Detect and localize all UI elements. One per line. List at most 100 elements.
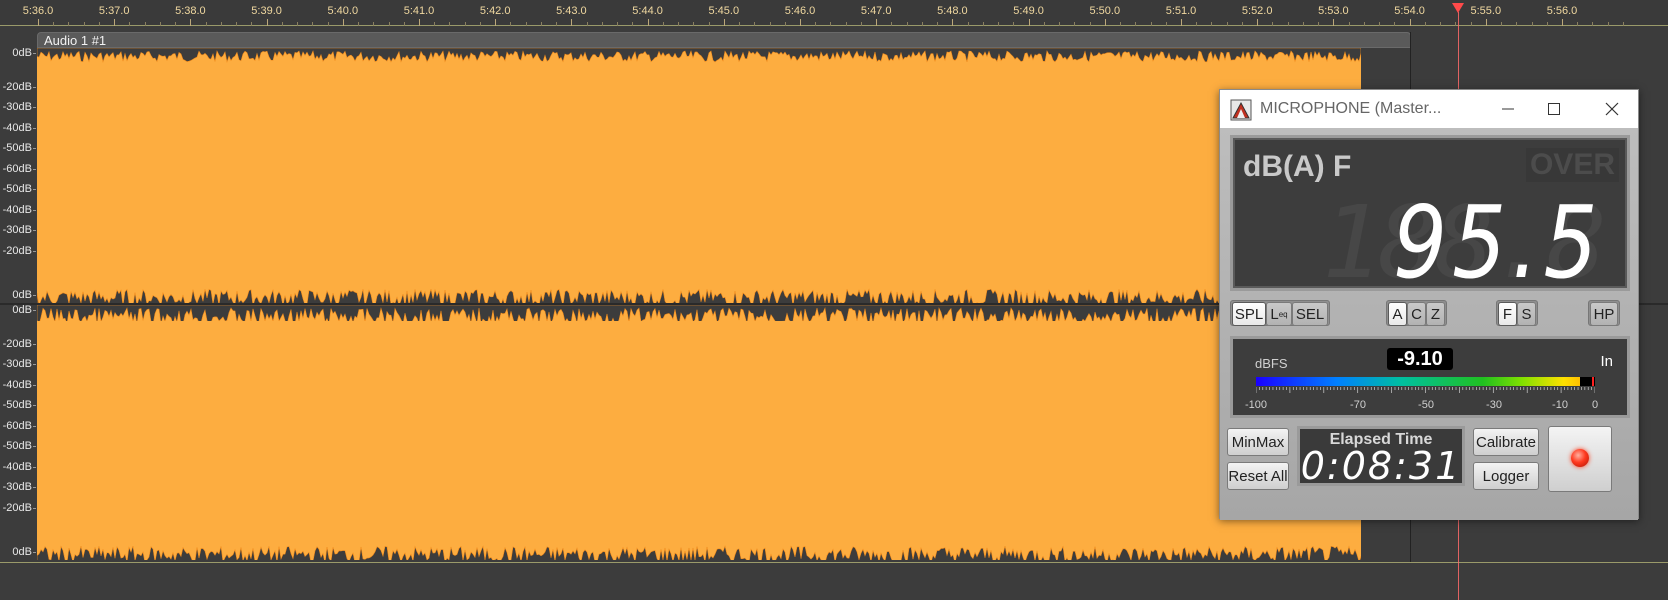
- spl-meter-window[interactable]: MICROPHONE (Master... dB(A) F OVER 188.8…: [1219, 89, 1639, 520]
- timeline-minor-tick: [1440, 22, 1442, 26]
- timeline-label: 5:43.0: [556, 5, 587, 17]
- clip-title: Audio 1 #1: [44, 33, 107, 48]
- timeline-minor-tick: [1348, 22, 1350, 26]
- timeline-minor-tick: [830, 22, 832, 26]
- elapsed-time-display: Elapsed Time 0:08:31: [1297, 426, 1465, 488]
- maximize-button[interactable]: [1532, 94, 1576, 124]
- db-scale-label: 0dB: [12, 47, 32, 59]
- timeline-minor-tick: [1546, 22, 1548, 26]
- record-button[interactable]: [1548, 426, 1612, 492]
- timeline-minor-tick: [1226, 22, 1228, 26]
- sel-button[interactable]: SEL: [1292, 302, 1328, 326]
- close-button[interactable]: [1590, 94, 1634, 124]
- timeline-minor-tick: [1607, 22, 1609, 26]
- db-scale-label: -50dB: [2, 440, 32, 452]
- timeline-major-tick: [723, 19, 725, 26]
- db-scale-label: -60dB: [2, 163, 32, 175]
- timeline-minor-tick: [1165, 22, 1167, 26]
- level-bar: [1256, 377, 1595, 386]
- level-readout: -9.10: [1387, 348, 1453, 370]
- timeline-minor-tick: [632, 22, 634, 26]
- db-scale-label: -30dB: [2, 224, 32, 236]
- timeline-major-tick: [1104, 19, 1106, 26]
- db-scale-tick: [33, 405, 36, 406]
- timeline-minor-tick: [1455, 22, 1457, 26]
- timeline-minor-tick: [860, 22, 862, 26]
- leq-button[interactable]: Leq: [1266, 302, 1292, 326]
- z-weighting-button[interactable]: Z: [1426, 302, 1445, 326]
- db-axis-channel-1: 0dB -20dB -30dB -40dB -50dB -60dB -50dB -40dB -3…: [0, 47, 36, 303]
- db-scale-label: 0dB: [12, 546, 32, 558]
- timeline-ruler[interactable]: 5:36.0 5:37.0 5:38.0 5:39.0 5:40.0 5:41.0 5:42…: [0, 0, 1668, 26]
- elapsed-time-value: 0:08:31: [1300, 444, 1462, 488]
- timeline-minor-tick: [327, 22, 329, 26]
- spl-value: 95.5: [1393, 184, 1603, 301]
- timeline-minor-tick: [220, 22, 222, 26]
- timeline-label: 5:45.0: [708, 5, 740, 17]
- timeline-minor-tick: [53, 22, 55, 26]
- timeline-minor-tick: [312, 22, 314, 26]
- clip-header[interactable]: Audio 1 #1: [37, 32, 1411, 48]
- timeline-major-tick: [571, 19, 573, 26]
- db-scale-label: -40dB: [2, 204, 32, 216]
- weighting-button-group: A C Z: [1386, 300, 1447, 326]
- db-scale-tick: [33, 552, 36, 553]
- timeline-label: 5:51.0: [1165, 5, 1197, 17]
- logger-button[interactable]: Logger: [1473, 462, 1539, 490]
- db-scale-tick: [33, 148, 36, 149]
- timeline-label: 5:56.0: [1546, 5, 1578, 17]
- minimize-button[interactable]: [1486, 94, 1530, 124]
- db-scale-tick: [33, 87, 36, 88]
- timeline-minor-tick: [1577, 22, 1579, 26]
- db-scale-tick: [33, 426, 36, 427]
- c-weighting-button[interactable]: C: [1407, 302, 1426, 326]
- db-scale-label: -60dB: [2, 420, 32, 432]
- timeline-major-tick: [876, 19, 878, 26]
- spl-button[interactable]: SPL: [1232, 302, 1266, 326]
- db-scale-label: -30dB: [2, 358, 32, 370]
- slow-response-button[interactable]: S: [1517, 302, 1536, 326]
- db-scale-label: -20dB: [2, 502, 32, 514]
- highpass-button[interactable]: HP: [1590, 302, 1618, 326]
- calibrate-button[interactable]: Calibrate: [1473, 428, 1539, 456]
- level-bar-fill: [1256, 377, 1581, 386]
- db-scale-label: -40dB: [2, 461, 32, 473]
- db-scale-label: -20dB: [2, 81, 32, 93]
- timeline-minor-tick: [1196, 22, 1198, 26]
- waveform-channel-2[interactable]: [37, 305, 1361, 560]
- timeline-minor-tick: [1150, 22, 1152, 26]
- meter-body: dB(A) F OVER 188.8 95.5 SPL Leq SEL A C …: [1220, 128, 1638, 520]
- timeline-label: 5:54.0: [1394, 5, 1425, 17]
- waveform-channel-1[interactable]: [37, 48, 1361, 303]
- minmax-button[interactable]: MinMax: [1227, 428, 1289, 456]
- db-scale-label: -30dB: [2, 481, 32, 493]
- timeline-minor-tick: [1470, 22, 1472, 26]
- meter-titlebar[interactable]: MICROPHONE (Master...: [1220, 90, 1638, 128]
- timeline-label: 5:37.0: [98, 5, 130, 17]
- timeline-minor-tick: [982, 22, 984, 26]
- timeline-minor-tick: [1059, 22, 1061, 26]
- reset-all-button[interactable]: Reset All: [1227, 462, 1289, 490]
- timeline-minor-tick: [129, 22, 131, 26]
- timeline-minor-tick: [754, 22, 756, 26]
- timeline-minor-tick: [739, 22, 741, 26]
- leq-label: L: [1270, 305, 1279, 323]
- input-level-panel: dBFS -9.10 In -100 -70 -50 -30 -10 0: [1230, 336, 1630, 418]
- timeline-minor-tick: [1211, 22, 1213, 26]
- a-weighting-button[interactable]: A: [1388, 302, 1407, 326]
- timeline-minor-tick: [1043, 22, 1045, 26]
- db-scale-label: -30dB: [2, 101, 32, 113]
- timeline-minor-tick: [159, 22, 161, 26]
- waveform-bottom-edge: [37, 288, 1361, 303]
- timeline-minor-tick: [205, 22, 207, 26]
- db-scale-tick: [33, 487, 36, 488]
- timeline-minor-tick: [1424, 22, 1426, 26]
- timeline-minor-tick: [403, 22, 405, 26]
- timeline-minor-tick: [1379, 22, 1381, 26]
- record-led-icon: [1571, 449, 1589, 467]
- scale-label: -100: [1244, 399, 1268, 411]
- timeline-minor-tick: [388, 22, 390, 26]
- timeline-major-tick: [114, 19, 116, 26]
- fast-response-button[interactable]: F: [1498, 302, 1517, 326]
- horizontal-scroll-area[interactable]: [0, 562, 1668, 600]
